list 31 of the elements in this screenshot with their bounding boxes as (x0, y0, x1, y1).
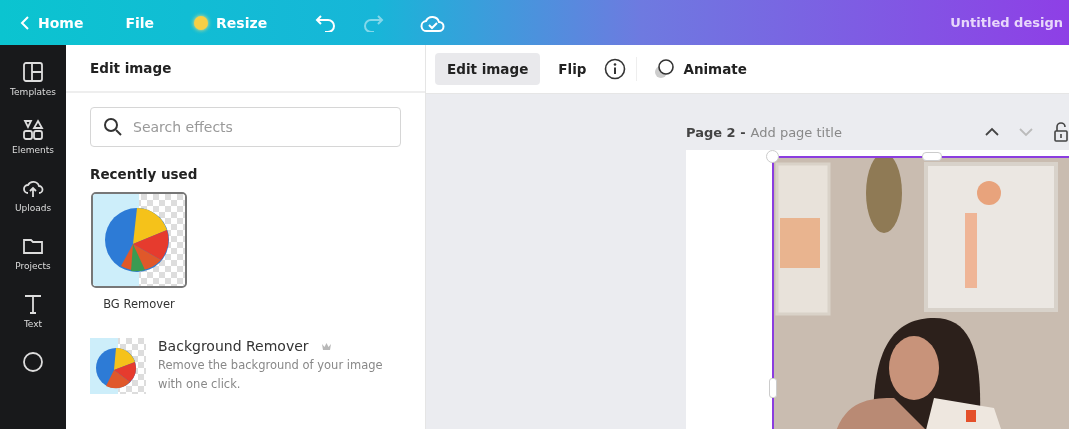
templates-icon (22, 61, 44, 83)
search-icon (103, 117, 123, 137)
lock-icon[interactable] (1053, 122, 1069, 142)
effect-title[interactable]: Background Remover (158, 338, 309, 354)
effect-description: Remove the background of your image with one click. (158, 357, 384, 393)
rail-item[interactable]: Elements (12, 119, 54, 155)
toolbar-tab[interactable]: Flip (546, 53, 599, 85)
rail-item[interactable]: Uploads (14, 177, 52, 213)
chevron-left-icon (20, 15, 30, 30)
design-title[interactable]: Untitled design (950, 15, 1063, 30)
rail-item[interactable]: Text (22, 293, 44, 329)
chevron-up-icon[interactable] (985, 127, 999, 137)
section-heading: Recently used (90, 166, 199, 182)
undo-icon[interactable] (315, 13, 338, 32)
panel-title: Edit image (66, 45, 425, 93)
rail-item[interactable]: Projects (15, 235, 51, 271)
resize-handle[interactable] (922, 152, 942, 161)
animate-button[interactable]: Animate (647, 50, 759, 88)
elements-icon (22, 119, 44, 141)
rail-item[interactable]: Templates (10, 61, 56, 97)
chevron-down-icon[interactable] (1019, 127, 1033, 137)
info-icon[interactable] (604, 58, 627, 80)
resize-handle[interactable] (766, 150, 779, 163)
effect-label: BG Remover (103, 297, 175, 311)
page-label: Page 2 - (686, 124, 746, 140)
resize-handle[interactable] (769, 378, 777, 398)
toolbar-tab[interactable]: Edit image (435, 53, 541, 85)
text-icon (22, 293, 44, 315)
animate-icon (653, 58, 676, 80)
redo-icon[interactable] (362, 13, 385, 32)
search-field[interactable]: Search effects (90, 107, 401, 147)
